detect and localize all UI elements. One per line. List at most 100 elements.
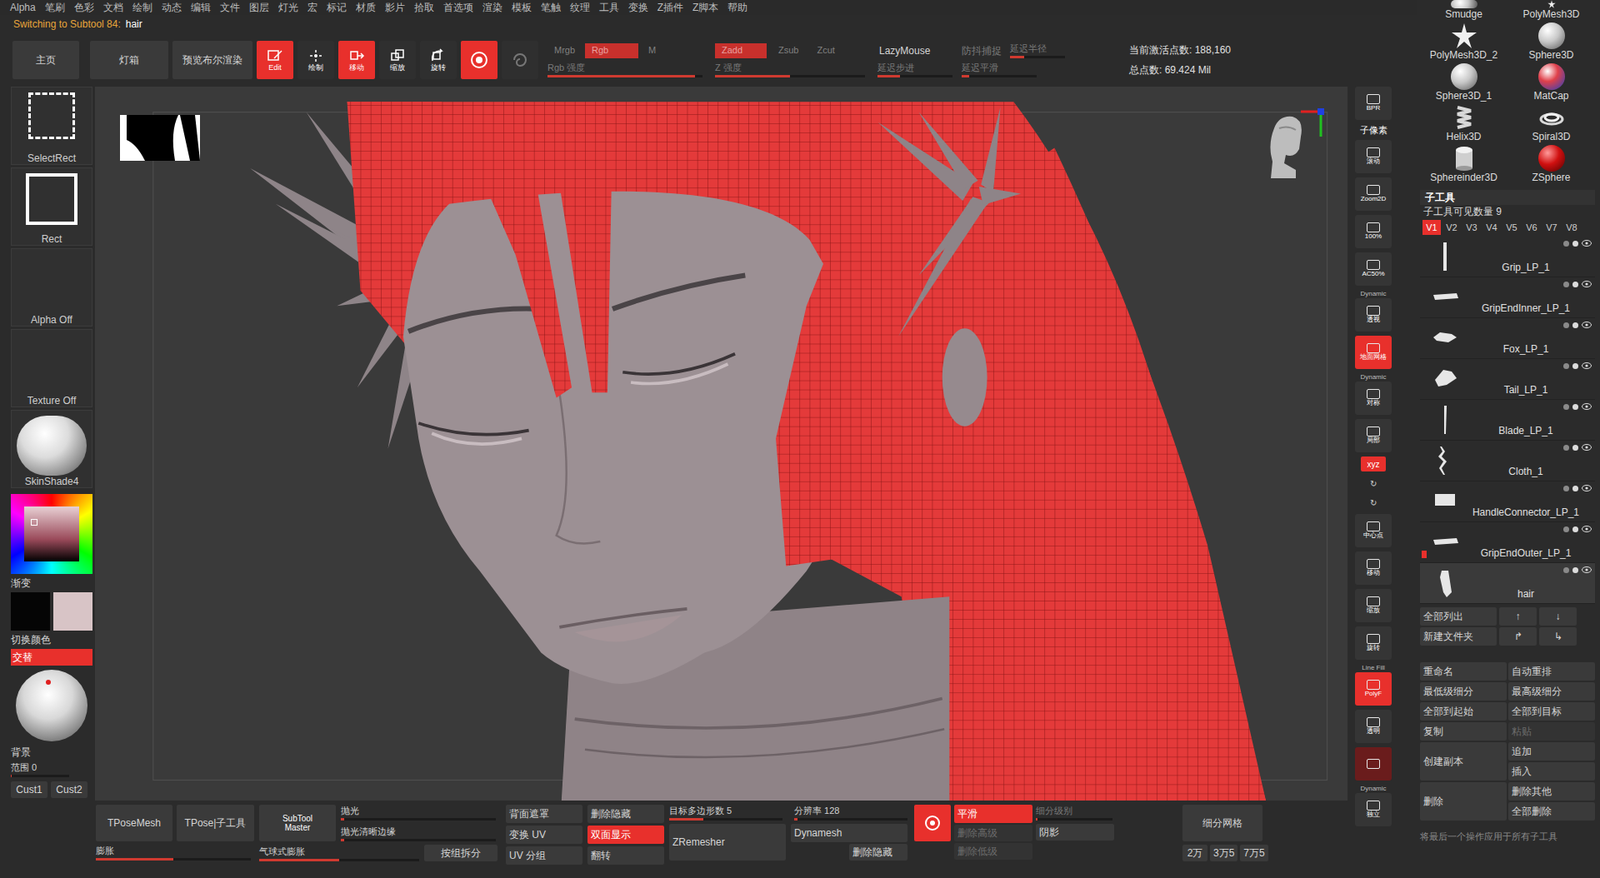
shelf-button[interactable]: 删除隐藏 bbox=[587, 805, 665, 824]
switch-color-label[interactable]: 切换颜色 bbox=[10, 633, 93, 647]
preset-button[interactable]: 7万5 bbox=[1240, 845, 1268, 862]
eye-icon[interactable] bbox=[1581, 321, 1592, 329]
version-tab[interactable]: V8 bbox=[1562, 220, 1581, 235]
mode-button[interactable]: Edit bbox=[256, 40, 294, 80]
divide-button[interactable]: 细分网格 bbox=[1182, 805, 1263, 842]
z-mode-button[interactable]: Zcut bbox=[810, 43, 841, 59]
menu-item[interactable]: 笔刷 bbox=[45, 0, 65, 15]
delete-all-button[interactable]: 全部删除 bbox=[1508, 802, 1595, 821]
tpose-mesh-button[interactable]: TPoseMesh bbox=[95, 805, 173, 842]
move-up-button[interactable]: ↑ bbox=[1499, 607, 1537, 626]
left-tile[interactable]: SkinShade4 bbox=[10, 410, 93, 489]
shadow-button[interactable]: 阴影 bbox=[1035, 824, 1115, 841]
action-button[interactable]: 全部到目标 bbox=[1508, 702, 1595, 721]
tool-item[interactable]: Spiral3D bbox=[1507, 101, 1595, 143]
eye-icon[interactable] bbox=[1581, 566, 1592, 574]
shelf-button[interactable]: UV 分组 bbox=[505, 846, 583, 865]
shelf-button[interactable]: 双面显示 bbox=[587, 825, 665, 845]
action-button[interactable]: 最高级细分 bbox=[1508, 682, 1595, 701]
subtool-master-button[interactable]: SubToolMaster bbox=[259, 805, 336, 842]
slider[interactable]: 延迟平滑 bbox=[961, 61, 1037, 78]
z-mode-button[interactable]: Zadd bbox=[715, 43, 767, 59]
view-button[interactable]: 透明 bbox=[1355, 710, 1392, 744]
color-swatch[interactable] bbox=[53, 592, 93, 631]
eye-icon[interactable] bbox=[1581, 240, 1592, 247]
slider[interactable]: 延迟步进 bbox=[877, 61, 953, 78]
insert-button[interactable]: 插入 bbox=[1508, 762, 1595, 781]
tool-item[interactable]: PolyMesh3D_2 bbox=[1420, 20, 1508, 61]
shelf-button[interactable]: 变换 UV bbox=[505, 825, 583, 845]
menu-item[interactable]: 文档 bbox=[103, 0, 124, 15]
z-mode-button[interactable]: Zsub bbox=[771, 43, 805, 59]
navigation-head[interactable] bbox=[1262, 103, 1330, 187]
slider[interactable]: Rgb 强度 bbox=[547, 61, 703, 78]
menu-item[interactable]: 色彩 bbox=[74, 0, 95, 15]
preset-button[interactable]: 2万 bbox=[1182, 845, 1208, 862]
version-tab[interactable]: V7 bbox=[1542, 220, 1561, 235]
action-button[interactable]: 自动重排 bbox=[1508, 662, 1595, 681]
color-mode-button[interactable]: Mrgb bbox=[547, 43, 582, 59]
subtool-row[interactable]: Fox_LP_1 bbox=[1420, 318, 1595, 360]
menu-item[interactable]: 模板 bbox=[511, 0, 532, 15]
action-button[interactable]: 粘贴 bbox=[1508, 722, 1595, 741]
menu-item[interactable]: 工具 bbox=[599, 0, 620, 15]
view-button[interactable]: Dynamic透视 bbox=[1355, 290, 1392, 332]
subtool-row[interactable]: HandleConnector_LP_1 bbox=[1420, 481, 1595, 523]
snap-toggle[interactable]: 防抖捕捉 bbox=[961, 43, 1002, 59]
subtool-row[interactable]: hair bbox=[1420, 563, 1595, 605]
view-button[interactable]: 局部 bbox=[1355, 419, 1392, 453]
menu-item[interactable]: 动态 bbox=[161, 0, 182, 15]
slider[interactable]: 细分级别 bbox=[1035, 805, 1113, 821]
delete-other-button[interactable]: 删除其他 bbox=[1508, 782, 1595, 801]
custom-button[interactable]: Cust2 bbox=[50, 781, 88, 799]
version-tab[interactable]: V3 bbox=[1462, 220, 1481, 235]
menu-item[interactable]: 首选项 bbox=[443, 0, 474, 15]
menu-item[interactable]: 灯光 bbox=[278, 0, 299, 15]
color-swatch[interactable] bbox=[10, 592, 50, 631]
view-button[interactable]: 旋转 bbox=[1355, 626, 1392, 660]
extra-button[interactable] bbox=[460, 40, 498, 80]
slider[interactable]: 抛光 bbox=[340, 805, 496, 821]
color-picker[interactable] bbox=[10, 494, 93, 575]
custom-button[interactable]: Cust1 bbox=[10, 781, 48, 799]
subtool-row[interactable]: GripEndInner_LP_1 bbox=[1420, 277, 1595, 319]
menu-item[interactable]: 纹理 bbox=[570, 0, 590, 15]
subtool-row[interactable]: Tail_LP_1 bbox=[1420, 359, 1595, 400]
dynamesh-button[interactable]: Dynamesh bbox=[790, 824, 908, 843]
action-button[interactable]: 最低级细分 bbox=[1420, 682, 1507, 701]
left-tile[interactable]: SelectRect bbox=[10, 86, 93, 165]
tool-item[interactable]: Sphere3D bbox=[1507, 20, 1595, 61]
folder-down-button[interactable]: ↳ bbox=[1539, 627, 1577, 646]
preview-boolean-button[interactable]: 预览布尔渲染 bbox=[172, 40, 253, 80]
menu-item[interactable]: 材质 bbox=[355, 0, 376, 15]
eye-icon[interactable] bbox=[1581, 280, 1592, 288]
menu-item[interactable]: 笔触 bbox=[540, 0, 561, 15]
subtool-row[interactable]: Cloth_1 bbox=[1420, 440, 1595, 482]
action-button[interactable]: 重命名 bbox=[1420, 662, 1507, 681]
menu-item[interactable]: 文件 bbox=[220, 0, 240, 15]
menu-item[interactable]: 渲染 bbox=[482, 0, 503, 15]
slider[interactable]: Z 强度 bbox=[715, 61, 865, 78]
slider[interactable]: 目标多边形数 5 bbox=[669, 805, 783, 821]
mode-button[interactable]: 旋转 bbox=[420, 40, 457, 80]
color-mode-button[interactable]: Rgb bbox=[585, 43, 639, 59]
view-button[interactable]: BPR bbox=[1355, 86, 1392, 120]
view-button[interactable]: 移动 bbox=[1355, 551, 1392, 585]
view-button[interactable]: 100% bbox=[1355, 215, 1392, 249]
slider[interactable]: 气球式膨胀 bbox=[259, 845, 420, 862]
shelf-button[interactable]: 翻转 bbox=[587, 846, 665, 865]
slider[interactable]: 膨胀 bbox=[95, 845, 251, 861]
append-button[interactable]: 追加 bbox=[1508, 742, 1595, 761]
subtool-row[interactable]: Grip_LP_1 bbox=[1420, 236, 1595, 278]
tool-item[interactable]: Sphere3D_1 bbox=[1420, 60, 1508, 102]
new-folder-button[interactable]: 新建文件夹 bbox=[1420, 627, 1497, 646]
alternate-toggle[interactable]: 交替 bbox=[10, 649, 93, 666]
extra-button[interactable] bbox=[501, 40, 539, 80]
view-button[interactable]: 中心点 bbox=[1355, 514, 1392, 548]
lazymouse-button[interactable]: LazyMouse bbox=[877, 43, 958, 59]
eye-icon[interactable] bbox=[1581, 444, 1592, 451]
action-button[interactable]: 全部到起始 bbox=[1420, 702, 1507, 721]
version-tab[interactable]: V1 bbox=[1422, 220, 1441, 235]
eye-icon[interactable] bbox=[1581, 485, 1592, 492]
menu-item[interactable]: 编辑 bbox=[190, 0, 211, 15]
